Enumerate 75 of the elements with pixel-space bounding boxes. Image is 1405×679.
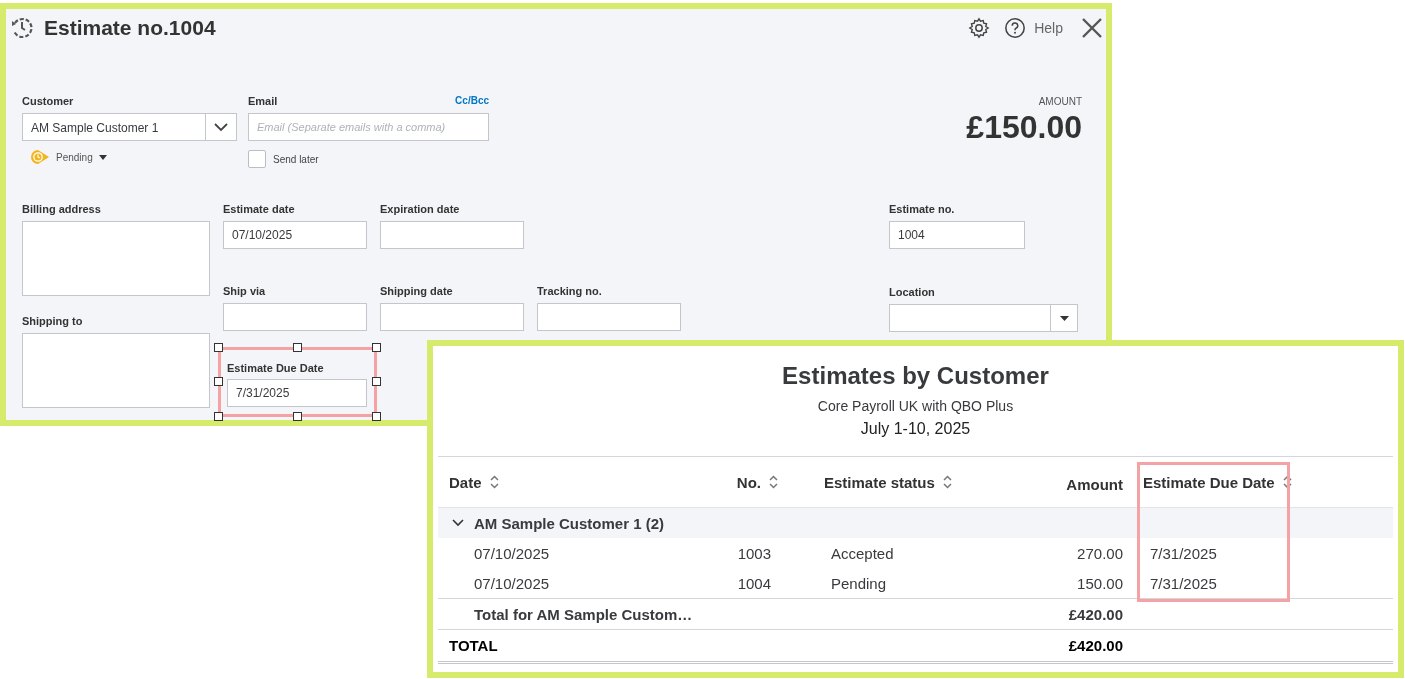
field-label: Ship via <box>223 285 267 298</box>
shipping-address-field[interactable] <box>22 333 210 408</box>
table-cell: 1003 <box>737 544 771 562</box>
resize-handle[interactable] <box>214 412 223 421</box>
settings-icon[interactable] <box>968 17 991 39</box>
total-amount: £420.00 <box>1068 637 1123 654</box>
field-label: Tracking no. <box>537 285 603 298</box>
table-cell: 270.00 <box>1077 544 1123 562</box>
resize-handle[interactable] <box>372 343 381 352</box>
date-field[interactable] <box>380 221 524 249</box>
send-later-checkbox[interactable] <box>248 150 266 168</box>
date-range: July 1-10, 2025 <box>859 420 972 438</box>
field-label: Location <box>889 286 936 299</box>
field-label: Expiration date <box>380 203 461 216</box>
field-label: Customer <box>22 95 75 108</box>
input-field[interactable] <box>537 303 681 331</box>
table-cell: 150.00 <box>1077 574 1123 592</box>
billing-address-field[interactable] <box>22 221 210 296</box>
resize-handle[interactable] <box>293 412 302 421</box>
chevron-down-icon[interactable] <box>452 519 464 527</box>
column-header[interactable]: Date <box>449 473 482 491</box>
table-cell: 7/31/2025 <box>1150 544 1217 562</box>
resize-handle[interactable] <box>372 377 381 386</box>
help-icon[interactable] <box>1004 17 1027 39</box>
table-cell: Accepted <box>831 544 894 562</box>
caret-icon <box>1059 315 1069 321</box>
clock-badge-icon <box>30 149 50 165</box>
date-field[interactable]: 7/31/2025 <box>227 379 367 407</box>
sort-icon[interactable] <box>942 475 952 489</box>
column-header[interactable]: Estimate status <box>824 473 935 491</box>
date-field[interactable]: 07/10/2025 <box>223 221 367 249</box>
resize-handle[interactable] <box>214 377 223 386</box>
window-title: Estimate no.1004 <box>44 16 216 40</box>
report-title: Estimates by Customer <box>781 362 1050 390</box>
group-label: AM Sample Customer 1 (2) <box>474 514 665 532</box>
status-dropdown[interactable]: Pending <box>56 151 93 163</box>
email-field[interactable]: Email (Separate emails with a comma) <box>248 113 489 141</box>
group-total-amount: £420.00 <box>1068 605 1123 623</box>
column-header[interactable]: Estimate Due Date <box>1143 473 1275 491</box>
customer-dropdown[interactable]: AM Sample Customer 1 <box>22 113 237 141</box>
cc-bcc-link[interactable]: Cc/Bcc <box>455 95 489 108</box>
resize-handle[interactable] <box>372 412 381 421</box>
resize-handle[interactable] <box>214 343 223 352</box>
field-label: Estimate no. <box>889 203 956 216</box>
table-cell: 1004 <box>737 574 771 592</box>
field-label: Shipping date <box>380 285 454 298</box>
table-cell: 07/10/2025 <box>474 574 550 592</box>
field-label: Shipping to <box>22 315 84 328</box>
caret-icon <box>98 154 107 160</box>
chevron-down-icon <box>214 122 228 132</box>
help-link[interactable]: Help <box>1034 20 1063 36</box>
column-header[interactable]: No. <box>736 473 761 491</box>
amount-value: £150.00 <box>966 109 1082 146</box>
field-label: Billing address <box>22 203 102 216</box>
table-cell: 7/31/2025 <box>1150 574 1217 592</box>
checkbox-label: Send later <box>273 153 319 165</box>
column-header[interactable]: Amount <box>1066 471 1123 493</box>
resize-handle[interactable] <box>293 343 302 352</box>
input-field[interactable] <box>380 303 524 331</box>
estimate-number-field[interactable]: 1004 <box>889 221 1025 249</box>
sort-icon[interactable] <box>489 475 499 489</box>
sort-icon[interactable] <box>1282 475 1292 489</box>
table-cell: Pending <box>831 574 887 592</box>
group-total-label: Total for AM Sample Custom… <box>474 605 693 623</box>
table-cell: 07/10/2025 <box>474 544 550 562</box>
total-label: TOTAL <box>449 637 498 654</box>
history-icon <box>10 16 34 40</box>
amount-label: AMOUNT <box>1038 96 1082 107</box>
sort-icon[interactable] <box>769 475 778 489</box>
field-label: Estimate Due Date <box>227 362 325 375</box>
close-icon[interactable] <box>1081 17 1103 39</box>
company-name: Core Payroll UK with QBO Plus <box>816 398 1015 414</box>
input-field[interactable] <box>223 303 367 331</box>
field-label: Email <box>248 95 278 108</box>
field-label: Estimate date <box>223 203 296 216</box>
